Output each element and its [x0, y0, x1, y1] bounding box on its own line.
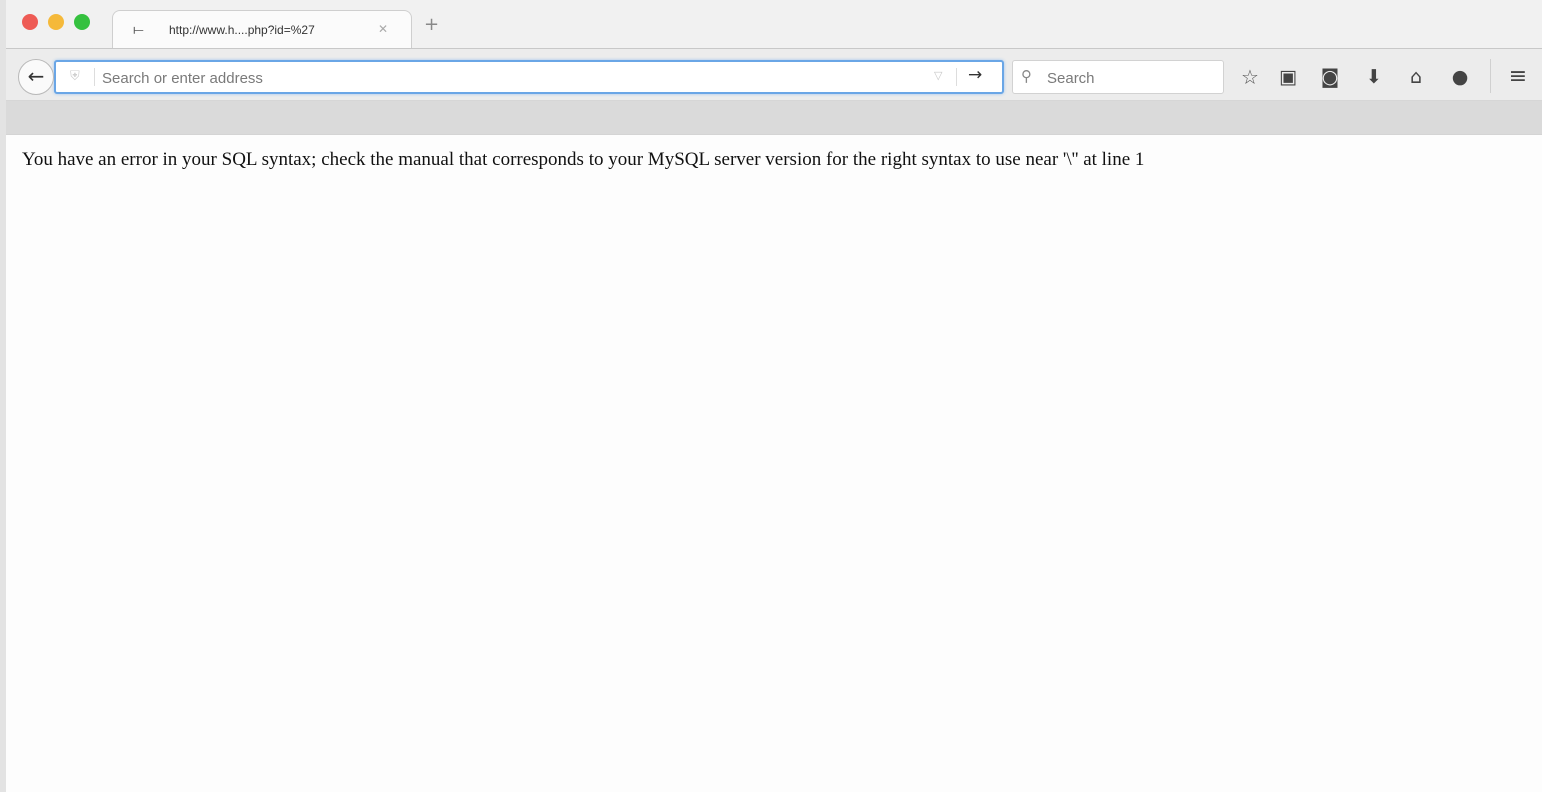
go-arrow-icon[interactable]: → — [968, 65, 982, 85]
browser-window: ⟝ http://www.h....php?id=%27 ✕ + ⛨ ▽ → ←… — [0, 0, 1542, 792]
search-input[interactable] — [1047, 68, 1217, 88]
minimize-window-button[interactable] — [48, 14, 64, 30]
browser-tab[interactable]: ⟝ http://www.h....php?id=%27 ✕ — [112, 10, 412, 48]
history-dropdown-icon[interactable]: ▽ — [934, 69, 942, 82]
close-tab-icon[interactable]: ✕ — [378, 22, 388, 36]
site-identity-icon[interactable]: ⛨ — [70, 69, 80, 84]
close-window-button[interactable] — [22, 14, 38, 30]
navigation-bar: ⛨ ▽ → ← ⚲ ☆ ▣ ◙ ⬇ ⌂ ● ≡ — [6, 48, 1542, 134]
tab-title: http://www.h....php?id=%27 — [169, 23, 315, 37]
sql-error-message: You have an error in your SQL syntax; ch… — [22, 149, 1145, 170]
url-separator-2 — [956, 68, 957, 86]
navigation-toolbar: ⛨ ▽ → ← ⚲ ☆ ▣ ◙ ⬇ ⌂ ● ≡ — [6, 49, 1542, 101]
tab-strip: ⟝ http://www.h....php?id=%27 ✕ + — [6, 0, 1542, 48]
home-icon[interactable]: ⌂ — [1402, 63, 1430, 91]
toolbar-separator — [1490, 59, 1491, 93]
new-tab-button[interactable]: + — [424, 16, 439, 34]
pocket-icon[interactable]: ◙ — [1316, 63, 1344, 91]
back-button[interactable]: ← — [18, 59, 54, 95]
hamburger-menu-icon[interactable]: ≡ — [1504, 63, 1532, 91]
address-bar[interactable]: ⛨ ▽ → — [54, 60, 1004, 94]
search-bar[interactable]: ⚲ — [1012, 60, 1224, 94]
zoom-window-button[interactable] — [74, 14, 90, 30]
download-icon[interactable]: ⬇ — [1360, 63, 1388, 91]
chat-icon[interactable]: ● — [1446, 63, 1474, 91]
page-content: You have an error in your SQL syntax; ch… — [6, 134, 1542, 792]
bookmark-star-icon[interactable]: ☆ — [1236, 63, 1264, 91]
reading-list-icon[interactable]: ▣ — [1274, 63, 1302, 91]
url-separator — [94, 68, 95, 86]
address-input[interactable] — [102, 68, 902, 88]
page-icon: ⟝ — [133, 23, 144, 38]
search-icon: ⚲ — [1021, 67, 1032, 85]
